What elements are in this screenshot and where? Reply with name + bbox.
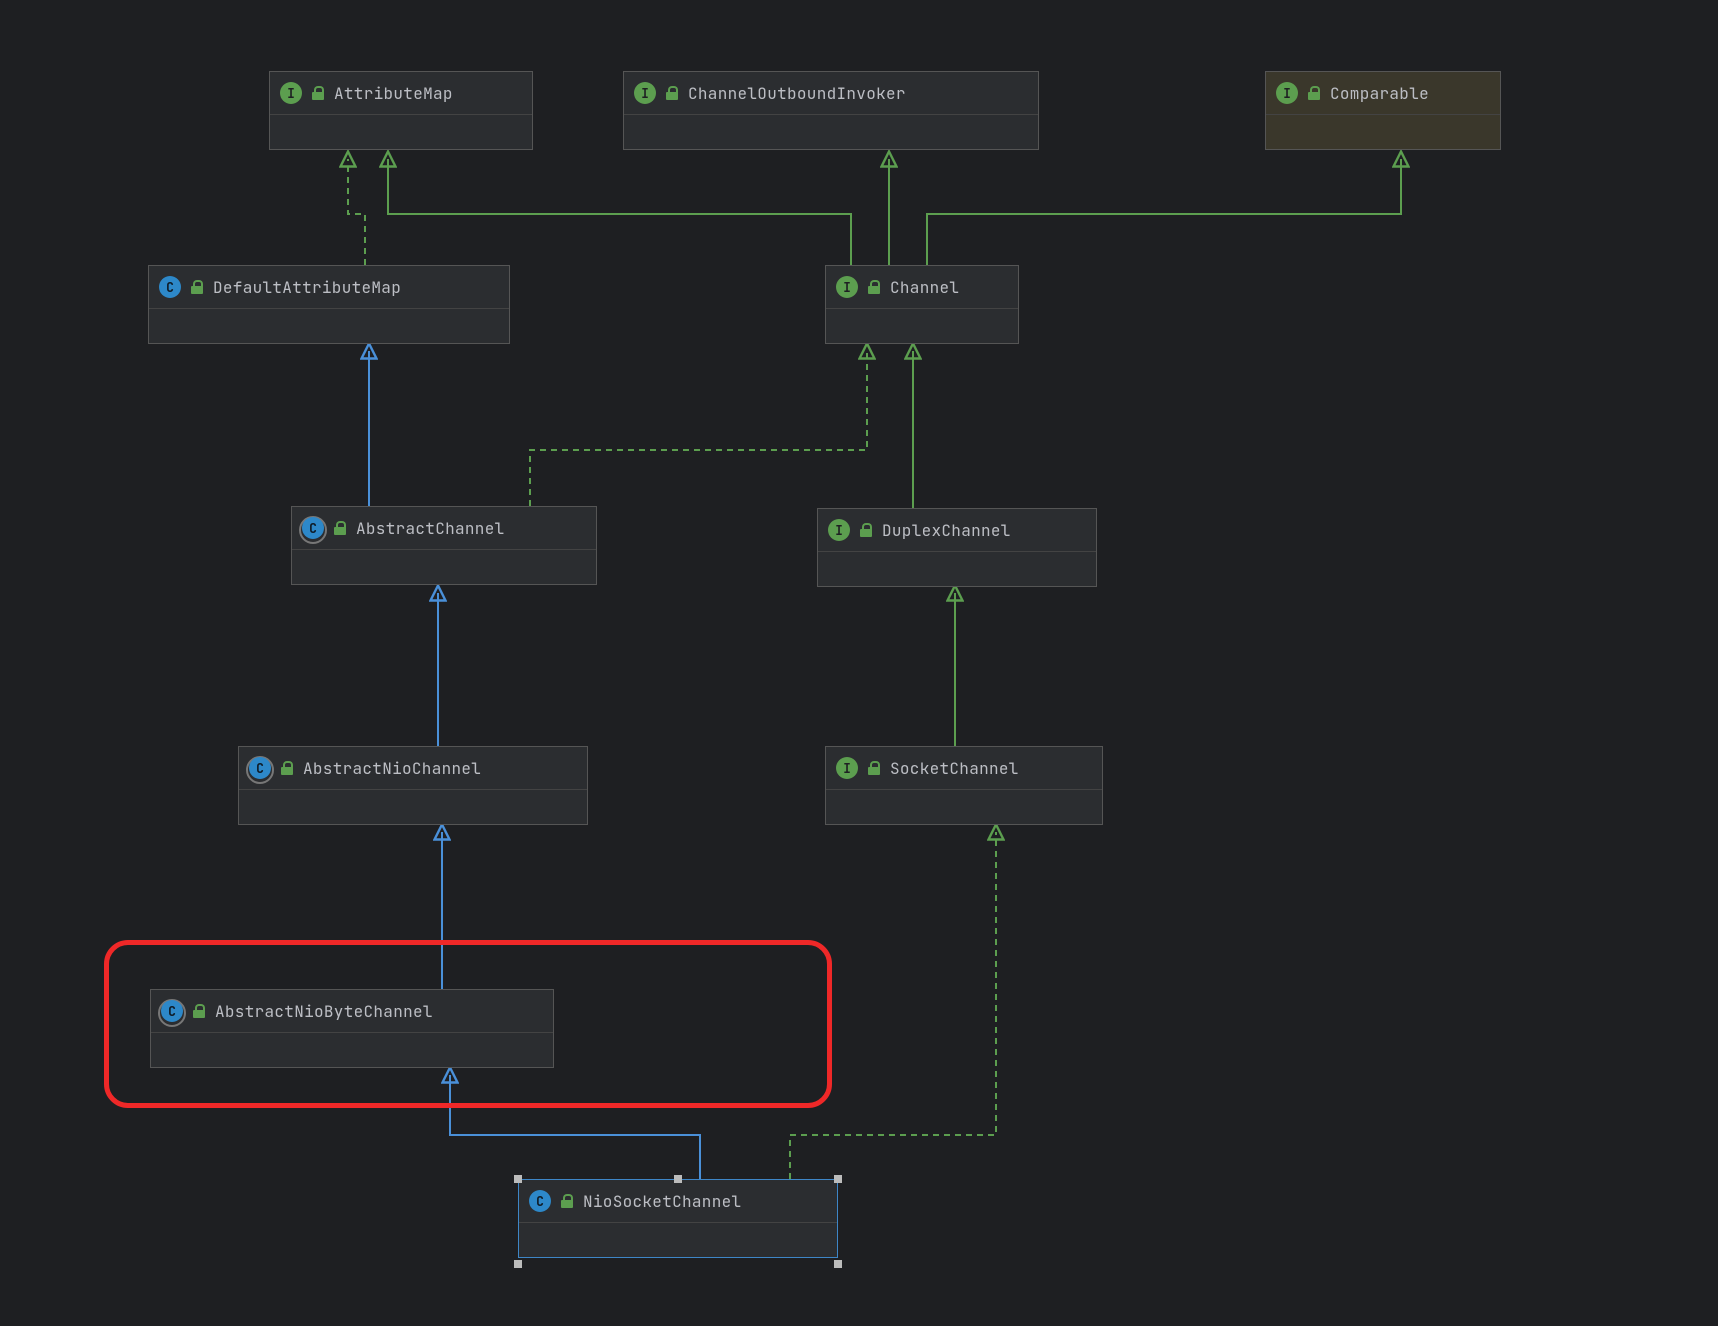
node-abstractniochannel[interactable]: C AbstractNioChannel [238, 746, 588, 825]
lock-icon [1308, 86, 1320, 100]
selection-handle[interactable] [514, 1260, 522, 1268]
abstract-class-icon: C [302, 517, 324, 539]
node-label: ChannelOutboundInvoker [688, 83, 906, 104]
node-socketchannel[interactable]: I SocketChannel [825, 746, 1103, 825]
selection-handle[interactable] [514, 1175, 522, 1183]
node-attributemap[interactable]: I AttributeMap [269, 71, 533, 150]
lock-icon [193, 1004, 205, 1018]
selection-handle[interactable] [834, 1175, 842, 1183]
lock-icon [191, 280, 203, 294]
node-label: DefaultAttributeMap [213, 277, 401, 298]
abstract-class-icon: C [161, 1000, 183, 1022]
edge-channel-attributemap [388, 159, 851, 265]
node-abstractchannel[interactable]: C AbstractChannel [291, 506, 597, 585]
class-icon: C [529, 1190, 551, 1212]
node-label: AbstractNioChannel [303, 758, 481, 779]
interface-icon: I [828, 519, 850, 541]
interface-icon: I [634, 82, 656, 104]
interface-icon: I [836, 276, 858, 298]
lock-icon [860, 523, 872, 537]
interface-icon: I [836, 757, 858, 779]
node-label: AbstractNioByteChannel [215, 1001, 433, 1022]
class-icon: C [159, 276, 181, 298]
node-abstractniobytechannel[interactable]: C AbstractNioByteChannel [150, 989, 554, 1068]
node-label: Comparable [1330, 83, 1429, 104]
edge-layer [0, 0, 1718, 1326]
diagram-canvas[interactable]: I AttributeMap I ChannelOutboundInvoker … [0, 0, 1718, 1326]
lock-icon [312, 86, 324, 100]
node-comparable[interactable]: I Comparable [1265, 71, 1501, 150]
node-label: AttributeMap [334, 83, 453, 104]
node-label: SocketChannel [890, 758, 1019, 779]
node-channel[interactable]: I Channel [825, 265, 1019, 344]
selection-handle[interactable] [834, 1260, 842, 1268]
node-niosocketchannel[interactable]: C NioSocketChannel [518, 1179, 838, 1258]
node-label: Channel [890, 277, 959, 298]
interface-icon: I [280, 82, 302, 104]
edge-abstractchannel-channel [530, 351, 867, 506]
node-defaultattributemap[interactable]: C DefaultAttributeMap [148, 265, 510, 344]
lock-icon [561, 1194, 573, 1208]
lock-icon [868, 761, 880, 775]
node-label: AbstractChannel [356, 518, 505, 539]
lock-icon [334, 521, 346, 535]
lock-icon [666, 86, 678, 100]
node-channeloutboundinvoker[interactable]: I ChannelOutboundInvoker [623, 71, 1039, 150]
lock-icon [868, 280, 880, 294]
abstract-class-icon: C [249, 757, 271, 779]
node-label: NioSocketChannel [583, 1191, 741, 1212]
selection-handle[interactable] [674, 1175, 682, 1183]
node-duplexchannel[interactable]: I DuplexChannel [817, 508, 1097, 587]
lock-icon [281, 761, 293, 775]
interface-icon: I [1276, 82, 1298, 104]
edge-defaultattributemap-attributemap [348, 159, 365, 265]
edge-channel-comparable [927, 159, 1401, 265]
node-label: DuplexChannel [882, 520, 1011, 541]
